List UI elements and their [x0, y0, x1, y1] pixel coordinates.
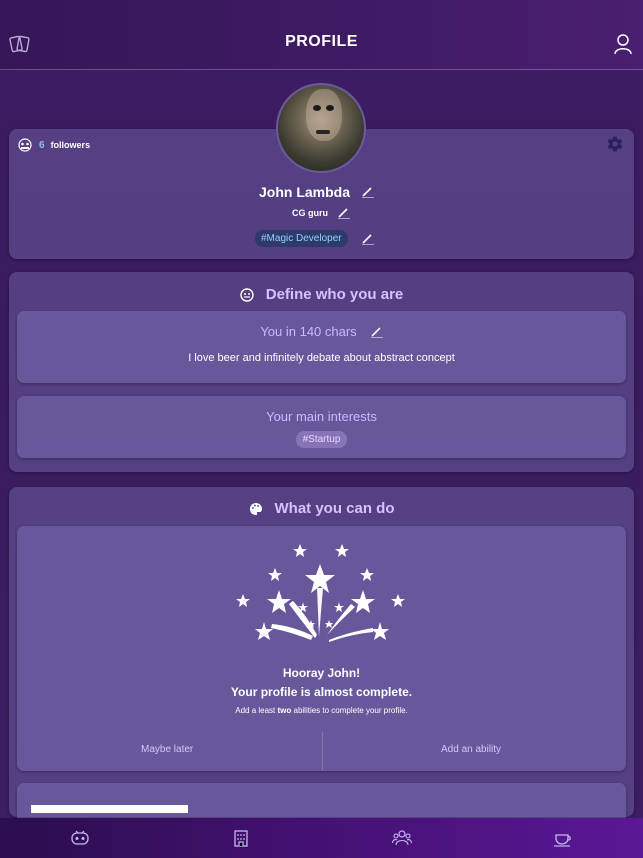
next-card [17, 783, 626, 823]
interests-card: Your main interests #Startup [17, 396, 626, 458]
edit-bio-icon[interactable] [370, 326, 383, 338]
top-bar: PROFILE [0, 0, 643, 70]
bio-title-row: You in 140 chars [17, 324, 626, 339]
profile-role: CG guru [292, 208, 328, 218]
followers-count: 6 [39, 139, 45, 151]
interests-list: #Startup [17, 431, 626, 448]
almost-complete-text: Your profile is almost complete. [230, 685, 413, 699]
actions-divider [322, 732, 323, 770]
add-ability-button[interactable]: Add an ability [441, 744, 501, 755]
edit-tag-icon[interactable] [361, 233, 374, 245]
profile-tag[interactable]: #Magic Developer [255, 230, 348, 247]
define-title-row: Define who you are [9, 286, 634, 303]
fireworks-icon [236, 544, 405, 642]
define-card: Define who you are You in 140 chars I lo… [9, 272, 634, 472]
define-title: Define who you are [265, 286, 404, 303]
palette-icon [249, 502, 262, 515]
edit-name-icon[interactable] [362, 186, 375, 198]
hooray-text: Hooray John! [282, 666, 361, 680]
followers[interactable]: 6 followers [17, 138, 90, 152]
robot-icon[interactable] [70, 828, 90, 848]
coffee-icon[interactable] [553, 828, 573, 848]
building-icon[interactable] [231, 828, 251, 848]
group-icon[interactable] [392, 828, 412, 848]
placeholder-box [31, 805, 188, 813]
name-row: John Lambda [259, 184, 375, 200]
abilities-card: What you can do Hooray John! Your profil… [9, 487, 634, 823]
bottom-nav [0, 818, 643, 858]
edit-role-icon[interactable] [338, 207, 350, 219]
tag-row: #Magic Developer [255, 230, 374, 247]
followers-icon [18, 138, 32, 152]
gear-icon[interactable] [606, 135, 624, 153]
user-icon[interactable] [613, 33, 633, 55]
profile-name: John Lambda [259, 184, 351, 200]
interests-title: Your main interests [266, 409, 377, 424]
bio-title: You in 140 chars [260, 324, 357, 339]
abilities-title-row: What you can do [9, 500, 634, 517]
bio-text: I love beer and infinitely debate about … [188, 352, 455, 364]
role-row: CG guru [292, 207, 350, 219]
abilities-title: What you can do [274, 500, 395, 517]
interest-pill[interactable]: #Startup [295, 431, 348, 448]
face-icon [240, 287, 254, 302]
followers-label: followers [50, 140, 91, 150]
abilities-empty-state: Hooray John! Your profile is almost comp… [17, 526, 626, 771]
avatar[interactable] [276, 83, 366, 173]
page-title: PROFILE [285, 33, 358, 50]
maybe-later-button[interactable]: Maybe later [141, 744, 193, 755]
abilities-hint: Add a least two abilities to complete yo… [235, 706, 408, 715]
bio-card: You in 140 chars I love beer and infinit… [17, 311, 626, 383]
